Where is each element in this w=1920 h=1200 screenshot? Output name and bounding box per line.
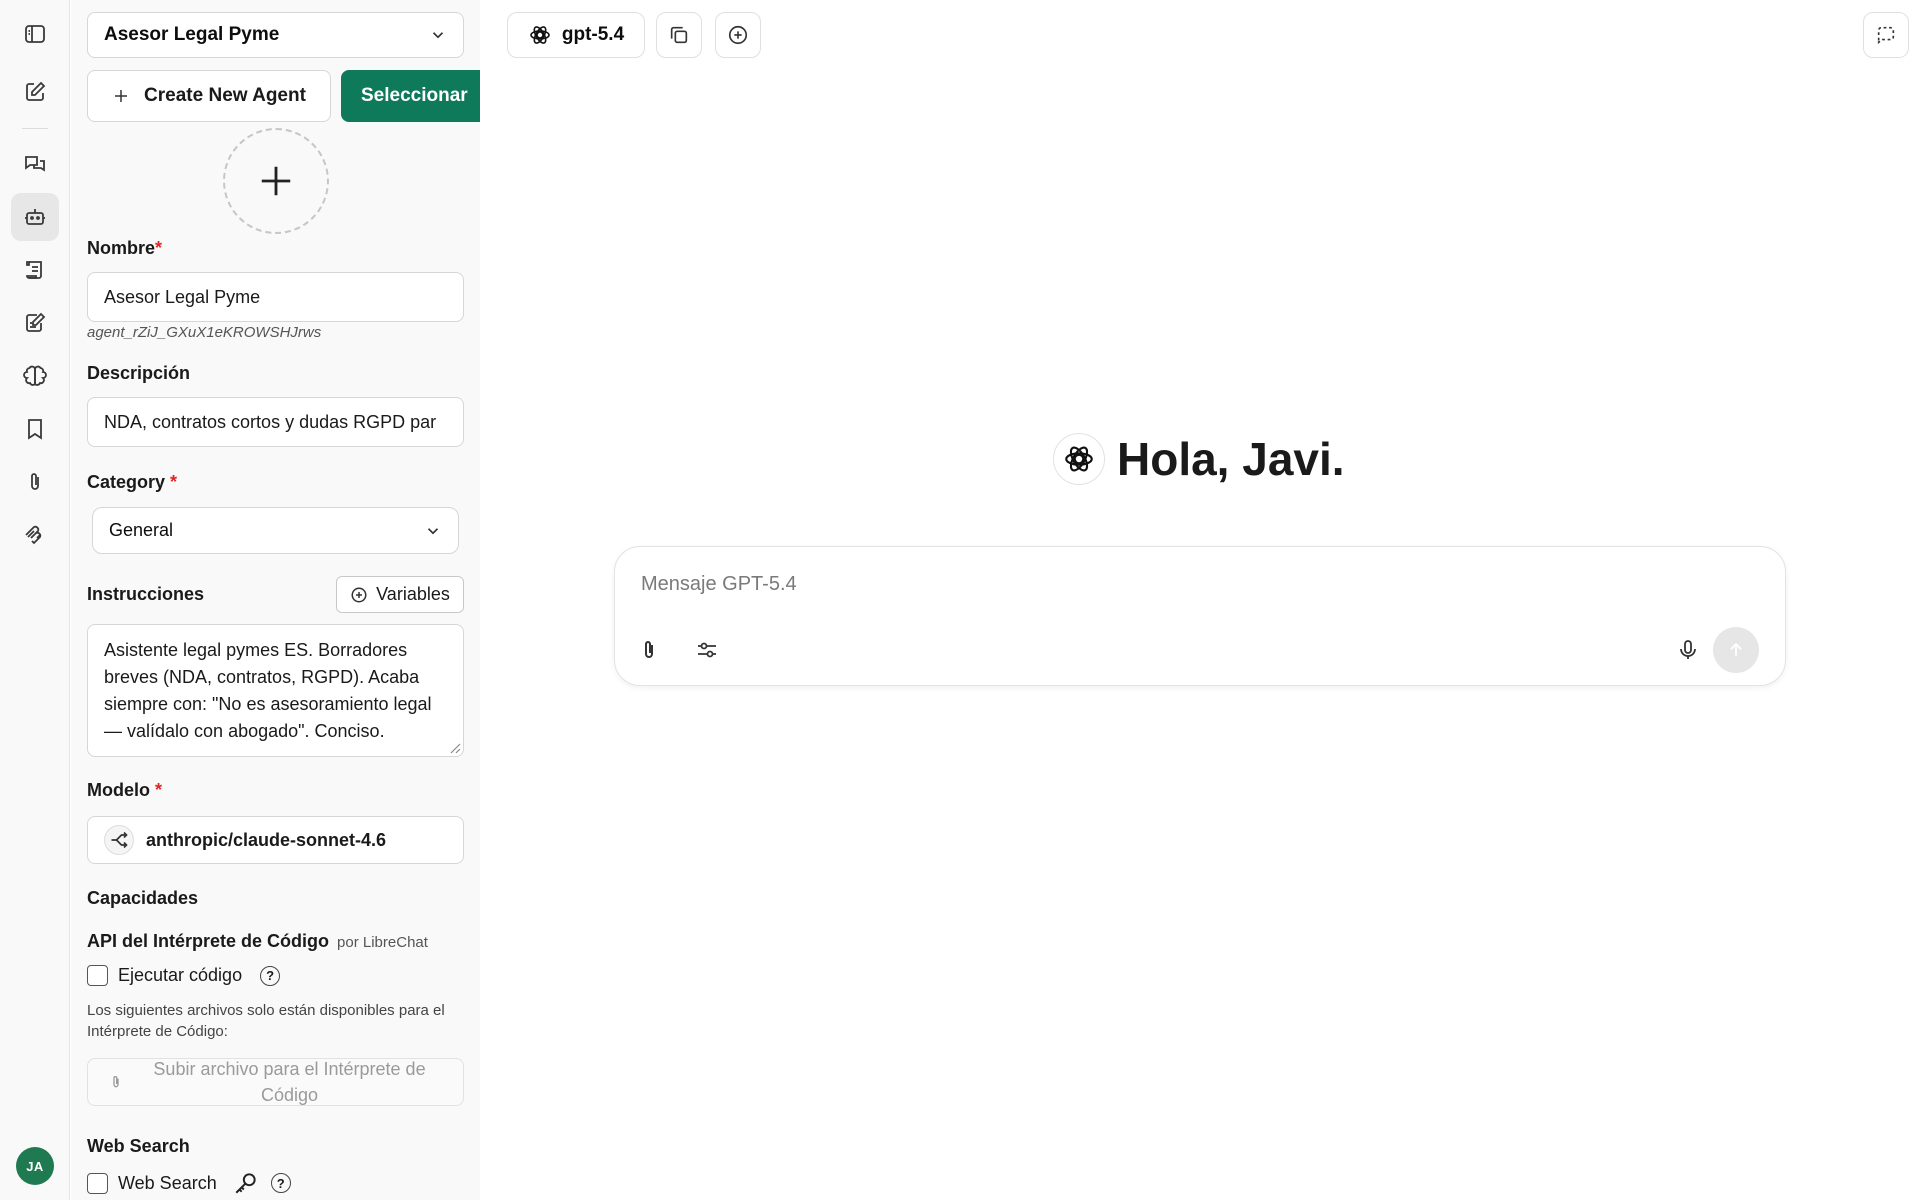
variables-label: Variables xyxy=(376,584,450,604)
attach-file-icon[interactable] xyxy=(629,630,669,670)
upload-code-file-label: Subir archivo para el Intérprete de Códi… xyxy=(153,1059,426,1105)
description-input[interactable]: NDA, contratos cortos y dudas RGPD par xyxy=(87,397,464,447)
openrouter-icon xyxy=(104,825,134,855)
agent-avatar-upload[interactable] xyxy=(223,128,329,234)
model-selector-label: gpt-5.4 xyxy=(561,24,625,45)
code-interpreter-by: por LibreChat xyxy=(337,934,428,951)
plus-icon xyxy=(112,87,130,105)
resize-handle-icon[interactable] xyxy=(449,742,461,754)
attach-icon[interactable] xyxy=(11,458,59,506)
mcp-icon[interactable] xyxy=(11,511,59,559)
openai-icon xyxy=(1053,433,1105,485)
code-interpreter-heading: API del Intérprete de Código por LibreCh… xyxy=(87,931,428,952)
run-code-label: Ejecutar código xyxy=(118,965,243,985)
plus-circle-icon xyxy=(350,586,368,604)
capabilities-label: Capacidades xyxy=(87,888,199,908)
model-selector-button[interactable]: gpt-5.4 xyxy=(507,12,645,58)
model-value: anthropic/claude-sonnet-4.6 xyxy=(146,829,387,850)
name-label: Nombre* xyxy=(87,238,163,258)
paperclip-icon xyxy=(108,1074,124,1090)
model-select[interactable]: anthropic/claude-sonnet-4.6 xyxy=(87,816,464,864)
web-search-row: Web Search ? xyxy=(87,1170,291,1196)
instructions-textarea[interactable]: Asistente legal pymes ES. Borradores bre… xyxy=(87,624,464,757)
bookmark-icon[interactable] xyxy=(11,405,59,453)
web-search-checkbox[interactable] xyxy=(87,1172,108,1194)
agent-select[interactable]: Asesor Legal Pyme xyxy=(87,12,464,58)
brain-icon[interactable] xyxy=(11,352,59,400)
chevron-down-icon xyxy=(429,26,447,44)
model-label: Modelo * xyxy=(87,780,163,800)
arrow-up-icon xyxy=(1726,640,1746,660)
description-label: Descripción xyxy=(87,363,191,383)
key-icon[interactable] xyxy=(233,1170,259,1196)
upload-code-file-button[interactable]: Subir archivo para el Intérprete de Códi… xyxy=(87,1058,464,1106)
sidebar-toggle-icon[interactable] xyxy=(11,10,59,58)
chats-icon[interactable] xyxy=(11,140,59,188)
prompts-icon[interactable] xyxy=(11,246,59,294)
tools-settings-icon[interactable] xyxy=(687,630,727,670)
agent-builder-panel: Asesor Legal Pyme Create New Agent Selec… xyxy=(71,0,480,1200)
greeting: Hola, Javi. xyxy=(1053,432,1345,486)
new-chat-icon[interactable] xyxy=(11,68,59,116)
rail-divider xyxy=(22,128,48,129)
category-value: General xyxy=(109,520,174,540)
add-model-icon[interactable] xyxy=(715,12,761,58)
instructions-label: Instrucciones xyxy=(87,584,205,604)
greeting-text: Hola, Javi. xyxy=(1117,433,1345,485)
microphone-icon[interactable] xyxy=(1668,630,1708,670)
memory-icon[interactable] xyxy=(11,299,59,347)
instructions-text: Asistente legal pymes ES. Borradores bre… xyxy=(104,640,432,741)
create-agent-label: Create New Agent xyxy=(144,85,306,106)
run-code-row: Ejecutar código ? xyxy=(87,965,281,986)
chevron-down-icon xyxy=(424,522,442,540)
create-agent-button[interactable]: Create New Agent xyxy=(87,70,331,122)
category-label: Category * xyxy=(87,472,178,492)
message-composer xyxy=(614,546,1786,686)
files-note: Los siguientes archivos solo están dispo… xyxy=(87,1002,445,1040)
web-search-label: Web Search xyxy=(87,1136,190,1156)
temporary-chat-icon[interactable] xyxy=(1863,12,1909,58)
chat-main: gpt-5.4 Hola, Javi. xyxy=(480,0,1920,1200)
copy-chat-icon[interactable] xyxy=(656,12,702,58)
code-interpreter-label: API del Intérprete de Código xyxy=(87,931,330,951)
web-search-checkbox-label: Web Search xyxy=(118,1172,217,1193)
variables-button[interactable]: Variables xyxy=(336,576,464,613)
icon-rail: JA xyxy=(0,0,70,1200)
agent-id: agent_rZiJ_GXuX1eKROWSHJrws xyxy=(87,324,322,341)
run-code-checkbox[interactable] xyxy=(87,965,108,986)
send-button[interactable] xyxy=(1713,627,1759,673)
select-agent-button[interactable]: Seleccionar xyxy=(341,70,480,122)
user-avatar[interactable]: JA xyxy=(16,1147,54,1185)
help-icon[interactable]: ? xyxy=(270,1173,291,1193)
category-select[interactable]: General xyxy=(92,507,459,554)
agent-select-value: Asesor Legal Pyme xyxy=(104,24,280,45)
openai-icon xyxy=(528,23,552,47)
message-input[interactable] xyxy=(641,569,1641,599)
agent-icon[interactable] xyxy=(11,193,59,241)
help-icon[interactable]: ? xyxy=(260,965,281,986)
name-input[interactable]: Asesor Legal Pyme xyxy=(87,272,464,322)
plus-icon xyxy=(257,162,295,200)
